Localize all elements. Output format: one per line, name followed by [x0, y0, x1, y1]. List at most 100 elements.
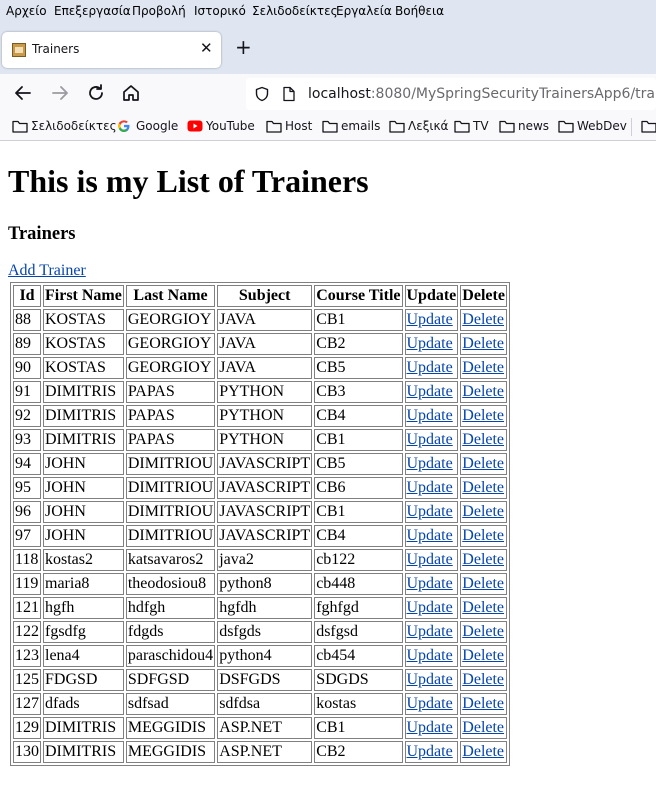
cell-update: Update	[404, 525, 459, 547]
page-icon[interactable]	[282, 86, 296, 102]
cell-id: 94	[13, 453, 41, 475]
update-link[interactable]: Update	[407, 407, 453, 424]
cell-subject: DSFGDS	[217, 669, 313, 691]
bookmark-item[interactable]: Λεξικά	[408, 119, 448, 133]
menu-item-help[interactable]: Βοήθεια	[395, 4, 444, 18]
delete-link[interactable]: Delete	[462, 359, 504, 376]
delete-link[interactable]: Delete	[462, 383, 504, 400]
bookmark-item[interactable]: WebDev	[577, 119, 627, 133]
home-icon[interactable]	[120, 82, 142, 104]
delete-link[interactable]: Delete	[462, 671, 504, 688]
menu-item-tools[interactable]: Εργαλεία	[336, 4, 392, 18]
bookmark-item[interactable]: Google	[136, 119, 178, 133]
update-link[interactable]: Update	[407, 431, 453, 448]
delete-link[interactable]: Delete	[462, 527, 504, 544]
cell-id: 95	[13, 477, 41, 499]
tab-trainers[interactable]: Trainers ✕	[2, 32, 221, 68]
cell-subject: JAVA	[217, 333, 313, 355]
update-link[interactable]: Update	[407, 479, 453, 496]
url-text[interactable]: localhost:8080/MySpringSecurityTrainersA…	[308, 86, 656, 102]
reload-icon[interactable]	[85, 82, 107, 104]
cell-delete: Delete	[460, 621, 507, 643]
update-link[interactable]: Update	[407, 671, 453, 688]
back-icon[interactable]	[12, 82, 34, 104]
bookmark-item[interactable]: Σελιδοδείκτες	[31, 119, 117, 133]
table-row: 89 KOSTAS GEORGIOY JAVA CB2 Update Delete	[13, 333, 507, 355]
update-link[interactable]: Update	[407, 455, 453, 472]
menu-item-edit[interactable]: Επεξεργασία	[54, 4, 131, 18]
cell-course-title: kostas	[314, 693, 403, 715]
update-link[interactable]: Update	[407, 743, 453, 760]
update-link[interactable]: Update	[407, 383, 453, 400]
cell-update: Update	[404, 381, 459, 403]
cell-delete: Delete	[460, 549, 507, 571]
forward-icon[interactable]	[49, 82, 71, 104]
delete-link[interactable]: Delete	[462, 335, 504, 352]
update-link[interactable]: Update	[407, 647, 453, 664]
update-link[interactable]: Update	[407, 503, 453, 520]
update-link[interactable]: Update	[407, 359, 453, 376]
table-row: 129 DIMITRIS MEGGIDIS ASP.NET CB1 Update Delet…	[13, 717, 507, 739]
delete-link[interactable]: Delete	[462, 599, 504, 616]
cell-course-title: SDGDS	[314, 669, 403, 691]
menu-item-view[interactable]: Προβολή	[132, 4, 186, 18]
column-subject: Subject	[217, 285, 313, 307]
bookmark-item[interactable]: emails	[341, 119, 380, 133]
table-row: 119 maria8 theodosiou8 python8 cb448 Update De…	[13, 573, 507, 595]
update-link[interactable]: Update	[407, 335, 453, 352]
cell-subject: JAVASCRIPT	[217, 477, 313, 499]
update-link[interactable]: Update	[407, 311, 453, 328]
cell-course-title: fghfgd	[314, 597, 403, 619]
delete-link[interactable]: Delete	[462, 719, 504, 736]
folder-icon[interactable]	[641, 119, 656, 133]
cell-last-name: theodosiou8	[125, 573, 216, 595]
bookmark-item[interactable]: Host	[285, 119, 312, 133]
cell-first-name: DIMITRIS	[43, 381, 124, 403]
delete-link[interactable]: Delete	[462, 743, 504, 760]
delete-link[interactable]: Delete	[462, 623, 504, 640]
bookmark-item[interactable]: YouTube	[206, 119, 255, 133]
cell-subject: JAVASCRIPT	[217, 525, 313, 547]
shield-icon[interactable]	[254, 86, 270, 102]
new-tab-icon[interactable]: +	[235, 36, 252, 58]
cell-delete: Delete	[460, 357, 507, 379]
update-link[interactable]: Update	[407, 527, 453, 544]
cell-last-name: DIMITRIOU	[125, 477, 216, 499]
delete-link[interactable]: Delete	[462, 407, 504, 424]
table-row: 97 JOHN DIMITRIOU JAVASCRIPT CB4 Update Delete	[13, 525, 507, 547]
update-link[interactable]: Update	[407, 551, 453, 568]
update-link[interactable]: Update	[407, 719, 453, 736]
menu-item-file[interactable]: Αρχείο	[6, 4, 47, 18]
menu-item-bookmarks[interactable]: Σελιδοδείκτες	[252, 4, 338, 18]
cell-first-name: fgsdfg	[43, 621, 124, 643]
delete-link[interactable]: Delete	[462, 647, 504, 664]
delete-link[interactable]: Delete	[462, 311, 504, 328]
update-link[interactable]: Update	[407, 623, 453, 640]
cell-last-name: MEGGIDIS	[125, 717, 216, 739]
update-link[interactable]: Update	[407, 599, 453, 616]
cell-last-name: DIMITRIOU	[125, 525, 216, 547]
cell-subject: JAVA	[217, 357, 313, 379]
delete-link[interactable]: Delete	[462, 695, 504, 712]
cell-last-name: DIMITRIOU	[125, 453, 216, 475]
menu-item-history[interactable]: Ιστορικό	[194, 4, 246, 18]
cell-first-name: KOSTAS	[43, 309, 124, 331]
close-tab-icon[interactable]: ✕	[200, 40, 213, 56]
bookmark-item[interactable]: news	[518, 119, 549, 133]
cell-course-title: CB5	[314, 453, 403, 475]
delete-link[interactable]: Delete	[462, 479, 504, 496]
address-bar[interactable]: localhost:8080/MySpringSecurityTrainersA…	[246, 78, 656, 110]
cell-last-name: PAPAS	[125, 405, 216, 427]
delete-link[interactable]: Delete	[462, 551, 504, 568]
update-link[interactable]: Update	[407, 575, 453, 592]
delete-link[interactable]: Delete	[462, 455, 504, 472]
cell-update: Update	[404, 693, 459, 715]
cell-course-title: CB4	[314, 525, 403, 547]
update-link[interactable]: Update	[407, 695, 453, 712]
delete-link[interactable]: Delete	[462, 575, 504, 592]
add-trainer-link[interactable]: Add Trainer	[8, 262, 86, 280]
cell-update: Update	[404, 477, 459, 499]
delete-link[interactable]: Delete	[462, 431, 504, 448]
delete-link[interactable]: Delete	[462, 503, 504, 520]
bookmark-item[interactable]: TV	[473, 119, 489, 133]
